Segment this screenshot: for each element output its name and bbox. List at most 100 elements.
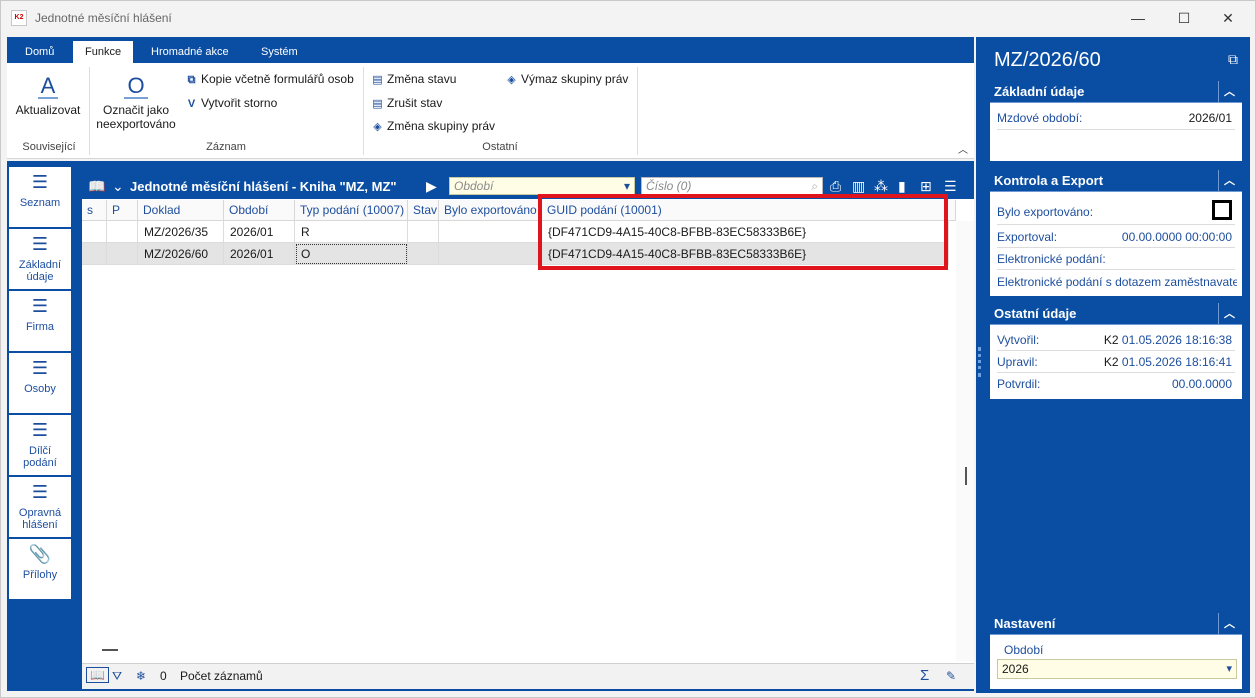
- zmena-stavu-button[interactable]: ▤ Změna stavu: [371, 72, 456, 86]
- bylo-exportovano-checkbox[interactable]: [1212, 200, 1232, 220]
- field-divider: [997, 269, 1235, 270]
- close-button[interactable]: ✕: [1205, 5, 1251, 31]
- collapse-ribbon-icon[interactable]: ︿: [958, 141, 968, 156]
- state-change-icon: ▤: [372, 74, 383, 86]
- nav-opravna-hlaseni[interactable]: ☰ Opravná hlášení: [9, 477, 71, 537]
- group-divider: [89, 67, 90, 155]
- nav-osoby[interactable]: ☰ Osoby: [9, 353, 71, 413]
- tab-funkce[interactable]: Funkce: [73, 41, 134, 63]
- grid-toolbar: 📖 ⌄ Jednotné měsíční hlášení - Kniha "MZ…: [82, 173, 974, 199]
- obdobi-select-value: 2026: [1002, 662, 1029, 676]
- book-icon[interactable]: 📖: [86, 667, 109, 683]
- zrusit-stav-button[interactable]: ▤ Zrušit stav: [371, 96, 442, 110]
- group-icon[interactable]: ⁂: [874, 178, 888, 194]
- vymaz-skupiny-prav-button[interactable]: ◈ Výmaz skupiny práv: [505, 72, 628, 86]
- column-header-obdobi[interactable]: Období: [224, 200, 295, 221]
- nav-firma[interactable]: ☰ Firma: [9, 291, 71, 351]
- collapse-icon[interactable]: ︿: [1218, 613, 1240, 635]
- nav-firma-label: Firma: [25, 321, 55, 333]
- splitter-grip[interactable]: [978, 347, 981, 377]
- panel-splitter[interactable]: [976, 37, 984, 693]
- nav-seznam[interactable]: ☰ Seznam: [9, 167, 71, 227]
- play-icon[interactable]: ▶: [426, 178, 437, 194]
- upravil-value: K2 01.05.2026 18:16:41: [1104, 355, 1232, 369]
- table-row[interactable]: MZ/2026/35 2026/01 R {DF471CD9-4A15-40C8…: [82, 221, 949, 243]
- section-header-kontrola[interactable]: Kontrola a Export ︿: [990, 170, 1242, 192]
- kopie-formularu-button[interactable]: ⧉ Kopie včetně formulářů osob: [185, 72, 354, 87]
- zrusit-stav-label: Zrušit stav: [387, 96, 443, 110]
- paperclip-icon: 📎: [28, 544, 52, 564]
- column-header-typ-podani[interactable]: Typ podání (10007): [295, 200, 408, 221]
- record-count-label: Počet záznamů: [180, 669, 263, 683]
- edit-icon[interactable]: ✎: [946, 669, 956, 683]
- storno-label: Vytvořit storno: [201, 96, 278, 110]
- record-count: 0: [160, 669, 167, 683]
- tab-hromadne-akce[interactable]: Hromadné akce: [139, 41, 241, 63]
- cell-guid: {DF471CD9-4A15-40C8-BFBB-83EC58333B6E}: [542, 221, 949, 243]
- obdobi-select[interactable]: 2026 ▾: [997, 659, 1237, 679]
- filter-icon[interactable]: ⛛: [112, 669, 122, 684]
- upravil-datetime: 01.05.2026 18:16:41: [1121, 355, 1232, 369]
- nav-prilohy[interactable]: 📎 Přílohy: [9, 539, 71, 599]
- tab-system[interactable]: Systém: [249, 41, 310, 63]
- tab-domu[interactable]: Domů: [13, 41, 66, 63]
- app-window: K2 Jednotné měsíční hlášení — ☐ ✕ Domů F…: [0, 0, 1256, 698]
- column-header-guid-podani[interactable]: GUID podání (10001): [542, 200, 956, 221]
- cell-doklad: MZ/2026/35: [138, 221, 224, 243]
- list-icon: ☰: [31, 172, 49, 192]
- section-header-ostatni[interactable]: Ostatní údaje ︿: [990, 303, 1242, 325]
- vytvoril-label: Vytvořil:: [997, 333, 1040, 347]
- chevron-down-icon[interactable]: ⌄: [112, 178, 124, 194]
- columns-icon[interactable]: ▮: [898, 178, 906, 194]
- collapse-icon[interactable]: ︿: [1218, 81, 1240, 103]
- obdobi-filter-placeholder: Období: [454, 179, 494, 193]
- section-header-nastaveni[interactable]: Nastavení ︿: [990, 613, 1242, 635]
- menu-icon[interactable]: ☰: [944, 178, 957, 194]
- collapse-icon[interactable]: ︿: [1218, 303, 1240, 325]
- column-header-stav[interactable]: Stav: [408, 200, 439, 221]
- vytvoril-user: K2: [1103, 333, 1119, 347]
- sum-icon[interactable]: Σ: [920, 667, 929, 684]
- section-zakladni-udaje: Základní údaje ︿ Mzdové období: 2026/01: [990, 81, 1242, 161]
- obdobi-filter-input[interactable]: Období ▾: [449, 177, 635, 195]
- horizontal-scrollbar[interactable]: [102, 649, 118, 651]
- maximize-button[interactable]: ☐: [1161, 5, 1207, 31]
- popout-icon[interactable]: ⧉: [1228, 51, 1238, 68]
- nav-zakladni-udaje[interactable]: ☰ Základní údaje: [9, 229, 71, 289]
- cislo-search-input[interactable]: Číslo (0) ⌕: [641, 177, 823, 195]
- column-header-bylo-exportovano[interactable]: Bylo exportováno: [439, 200, 542, 221]
- oznacit-neexportovano-button[interactable]: O Označit jako neexportováno: [93, 75, 179, 132]
- potvrdil-label: Potvrdil:: [997, 377, 1041, 391]
- grid-title: Jednotné měsíční hlášení - Kniha "MZ, MZ…: [130, 179, 397, 194]
- excel-icon[interactable]: ⊞: [920, 178, 932, 194]
- book-icon[interactable]: 📖: [88, 178, 105, 194]
- mzdove-obdobi-label: Mzdové období:: [997, 111, 1083, 125]
- snowflake-icon[interactable]: ❄: [136, 669, 146, 683]
- column-header-p[interactable]: P: [107, 200, 138, 221]
- vertical-scrollbar[interactable]: [956, 221, 974, 661]
- dropdown-icon[interactable]: ▾: [1226, 660, 1232, 678]
- minimize-button[interactable]: —: [1115, 5, 1161, 31]
- column-header-doklad[interactable]: Doklad: [138, 200, 224, 221]
- cell-guid: {DF471CD9-4A15-40C8-BFBB-83EC58333B6E}: [542, 243, 949, 265]
- print-icon[interactable]: ⎙: [830, 178, 841, 194]
- vytvorit-storno-button[interactable]: V Vytvořit storno: [185, 96, 277, 110]
- scrollbar-thumb[interactable]: [965, 467, 967, 485]
- table-row-selected[interactable]: MZ/2026/60 2026/01 O {DF471CD9-4A15-40C8…: [82, 243, 949, 265]
- section-header-zakladni[interactable]: Základní údaje ︿: [990, 81, 1242, 103]
- kopie-label: Kopie včetně formulářů osob: [201, 72, 354, 86]
- section-ostatni-udaje: Ostatní údaje ︿ Vytvořil: K2 01.05.2026 …: [990, 303, 1242, 399]
- nav-dilci-podani[interactable]: ☰ Dílčí podání: [9, 415, 71, 475]
- search-icon[interactable]: ⌕: [811, 178, 818, 194]
- aktualizovat-button[interactable]: A Aktualizovat: [13, 75, 83, 118]
- cell-s: [82, 221, 107, 243]
- collapse-icon[interactable]: ︿: [1218, 170, 1240, 192]
- chart-icon[interactable]: ▥: [852, 178, 865, 194]
- group-divider: [637, 67, 638, 155]
- group-divider: [363, 67, 364, 155]
- section-title: Ostatní údaje: [994, 306, 1077, 321]
- field-divider: [997, 372, 1235, 373]
- dropdown-icon[interactable]: ▾: [624, 178, 630, 194]
- zmena-skupiny-prav-button[interactable]: ◈ Změna skupiny práv: [371, 119, 495, 133]
- column-header-s[interactable]: s: [82, 200, 107, 221]
